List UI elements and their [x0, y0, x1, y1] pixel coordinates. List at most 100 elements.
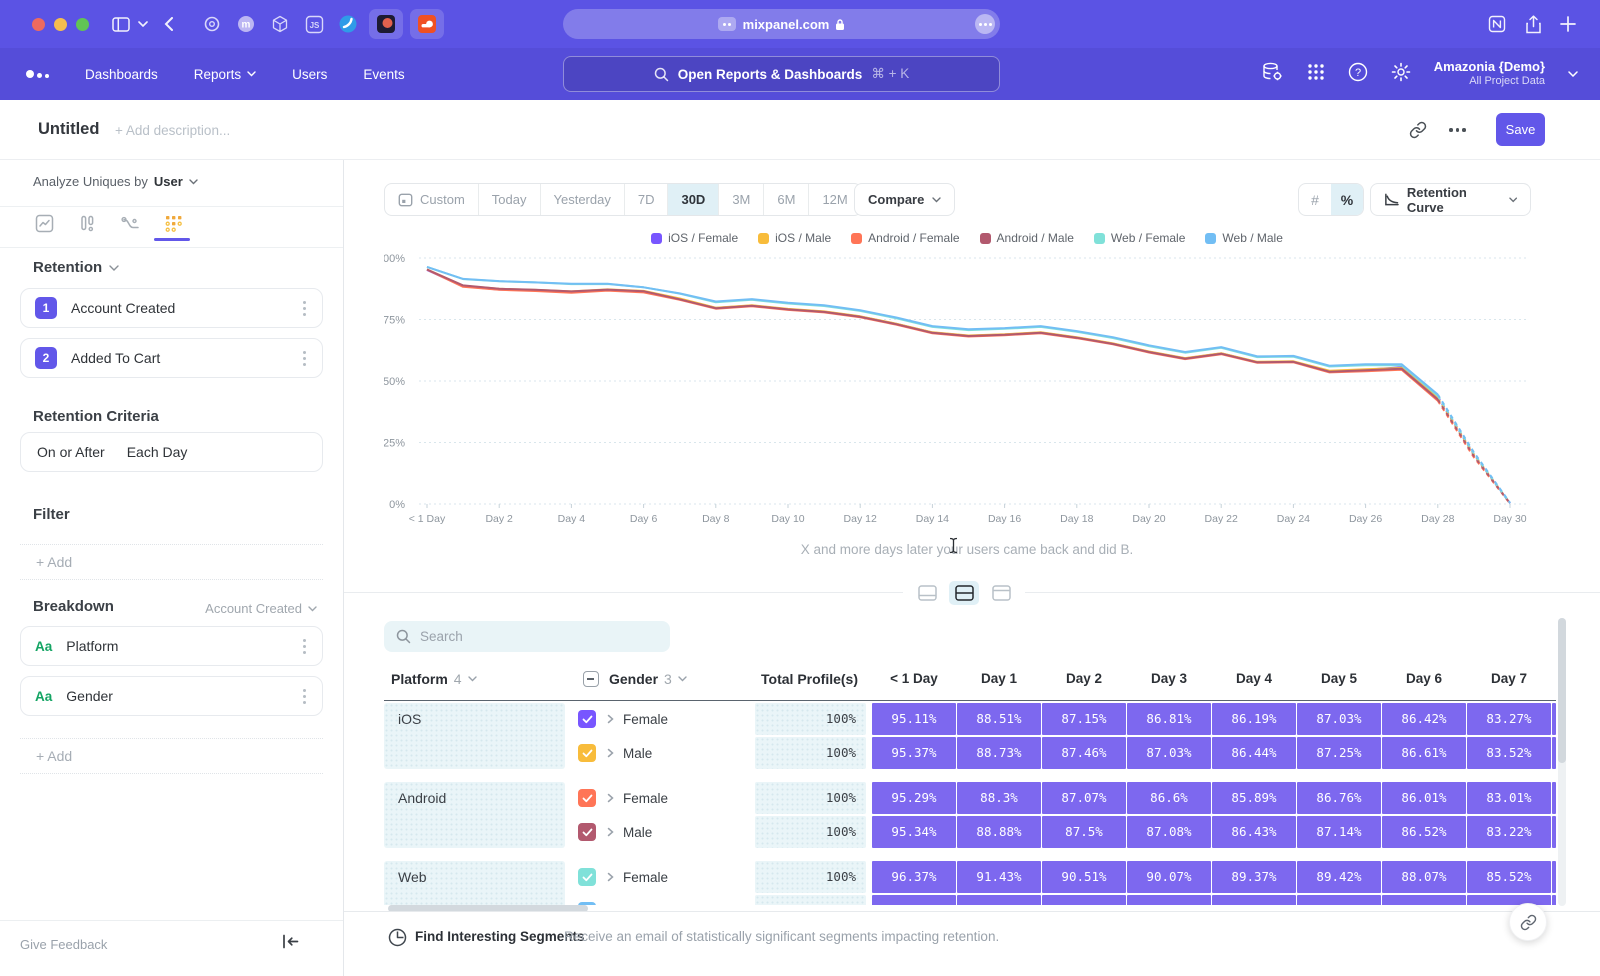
layout-split-even[interactable] — [949, 581, 979, 605]
retention-cell[interactable]: 96.34% — [872, 895, 956, 905]
retention-cell[interactable]: 86.19% — [1212, 703, 1296, 735]
report-description-placeholder[interactable]: + Add description... — [115, 123, 230, 138]
save-button[interactable]: Save — [1496, 113, 1545, 146]
retention-cell[interactable]: 86.6% — [1127, 782, 1211, 814]
percent-toggle[interactable]: % — [1331, 184, 1363, 215]
more-options-icon[interactable] — [1449, 128, 1466, 132]
legend-item[interactable]: Android / Male — [980, 231, 1074, 245]
retention-cell[interactable]: 96.37% — [872, 861, 956, 893]
retention-cell[interactable]: 87.15% — [1042, 703, 1126, 735]
retention-cell[interactable]: 83.22% — [1467, 816, 1551, 848]
platform-cell[interactable]: iOS — [384, 703, 565, 769]
step-menu-icon[interactable] — [303, 307, 306, 310]
notion-extension-icon[interactable] — [1488, 15, 1506, 33]
range-custom[interactable]: Custom — [385, 184, 479, 215]
retention-cell[interactable]: 87.5% — [1042, 816, 1126, 848]
legend-item[interactable]: iOS / Male — [758, 231, 831, 245]
retention-chart[interactable]: 100%75%50%25%0%< 1 DayDay 2Day 4Day 6Day… — [384, 250, 1550, 534]
retention-cell[interactable]: 88.07% — [1382, 861, 1466, 893]
retention-cell[interactable]: 89.48% — [1212, 895, 1296, 905]
retention-cell[interactable]: 86.81% — [1127, 703, 1211, 735]
retention-cell[interactable]: 88.51% — [957, 703, 1041, 735]
platform-cell[interactable]: Web — [384, 861, 565, 905]
range-yesterday[interactable]: Yesterday — [541, 184, 625, 215]
account-chevron-icon[interactable] — [1568, 71, 1578, 77]
range-7d[interactable]: 7D — [625, 184, 669, 215]
retention-cell[interactable]: 85.89% — [1212, 782, 1296, 814]
find-interesting-segments-link[interactable]: Find Interesting Segments — [415, 929, 585, 944]
nav-users[interactable]: Users — [292, 67, 327, 82]
retention-cell[interactable]: 87.03% — [1297, 703, 1381, 735]
retention-cell[interactable]: 86.01% — [1382, 782, 1466, 814]
count-toggle[interactable]: # — [1299, 184, 1331, 215]
retention-cell[interactable]: 95.34% — [872, 816, 956, 848]
retention-cell[interactable]: 87.46% — [1042, 737, 1126, 769]
retention-cell[interactable]: 83.27% — [1467, 703, 1551, 735]
chart-type-selector[interactable]: Retention Curve — [1370, 183, 1531, 216]
retention-cell[interactable]: 85.52% — [1467, 861, 1551, 893]
retention-cell[interactable]: 88.3% — [957, 782, 1041, 814]
nav-dashboards[interactable]: Dashboards — [85, 67, 158, 82]
share-icon[interactable] — [1525, 15, 1542, 34]
apps-grid-icon[interactable] — [1307, 63, 1325, 86]
retention-cell[interactable]: 87.03% — [1127, 737, 1211, 769]
retention-cell[interactable]: 87.25% — [1297, 737, 1381, 769]
retention-cell[interactable]: 91.43% — [957, 861, 1041, 893]
legend-item[interactable]: Web / Female — [1094, 231, 1185, 245]
table-search-input[interactable]: Search — [384, 621, 670, 652]
help-icon[interactable]: ? — [1348, 62, 1368, 87]
zoom-window-button[interactable] — [76, 18, 89, 31]
retention-cell[interactable]: 89.48% — [1297, 895, 1381, 905]
data-management-icon[interactable] — [1261, 61, 1284, 88]
layout-chart-focus[interactable] — [912, 581, 942, 605]
minimize-window-button[interactable] — [54, 18, 67, 31]
retention-cell[interactable]: 87.07% — [1042, 782, 1126, 814]
breakdown-card-gender[interactable]: Aa Gender — [20, 676, 323, 716]
retention-cell[interactable]: 95.37% — [872, 737, 956, 769]
expand-chevron-icon[interactable] — [607, 714, 614, 724]
legend-item[interactable]: Android / Female — [851, 231, 959, 245]
range-6m[interactable]: 6M — [764, 184, 809, 215]
breakdown-scope-selector[interactable]: Account Created — [205, 601, 317, 616]
add-filter-button[interactable]: + Add — [20, 544, 323, 580]
mixpanel-logo[interactable] — [26, 70, 49, 78]
retention-cell[interactable]: 90.51% — [1042, 861, 1126, 893]
nav-reports[interactable]: Reports — [194, 67, 256, 82]
range-30d[interactable]: 30D — [668, 184, 719, 215]
tab-funnels-icon[interactable] — [73, 210, 102, 236]
share-link-fab[interactable] — [1509, 903, 1547, 941]
step-menu-icon[interactable] — [303, 357, 306, 360]
compare-button[interactable]: Compare — [854, 183, 955, 216]
breakdown-menu-icon[interactable] — [303, 695, 306, 698]
series-checkbox[interactable] — [578, 823, 596, 841]
vertical-scrollbar-thumb[interactable] — [1558, 618, 1566, 763]
platform-cell[interactable]: Android — [384, 782, 565, 848]
nav-events[interactable]: Events — [363, 67, 404, 82]
gender-cell[interactable]: Female — [565, 703, 755, 735]
report-title[interactable]: Untitled — [38, 120, 99, 139]
legend-item[interactable]: iOS / Female — [651, 231, 738, 245]
series-checkbox[interactable] — [578, 710, 596, 728]
copy-link-icon[interactable] — [1409, 121, 1427, 144]
retention-cell[interactable]: 91.41% — [957, 895, 1041, 905]
gender-cell[interactable]: Male — [565, 895, 755, 905]
range-3m[interactable]: 3M — [719, 184, 764, 215]
retention-cell[interactable]: 88.73% — [957, 737, 1041, 769]
platform-column-header[interactable]: Platform 4 — [391, 661, 477, 697]
retention-cell[interactable]: 89.37% — [1212, 861, 1296, 893]
expand-chevron-icon[interactable] — [607, 827, 614, 837]
collapse-sidebar-icon[interactable] — [282, 934, 299, 954]
retention-cell[interactable]: 90.54% — [1042, 895, 1126, 905]
breakdown-card-platform[interactable]: Aa Platform — [20, 626, 323, 666]
global-search[interactable]: Open Reports & Dashboards ⌘ + K — [563, 56, 1000, 92]
retention-cell[interactable]: 87.14% — [1297, 816, 1381, 848]
back-button[interactable] — [164, 17, 173, 31]
step-card-1[interactable]: 1 Account Created — [20, 288, 323, 328]
retention-cell[interactable]: 90.01% — [1127, 895, 1211, 905]
retention-cell[interactable]: 89.42% — [1297, 861, 1381, 893]
retention-section-header[interactable]: Retention — [33, 259, 119, 276]
tab-favicon-target[interactable] — [195, 9, 229, 39]
retention-cell[interactable]: 95.11% — [872, 703, 956, 735]
expand-chevron-icon[interactable] — [607, 872, 614, 882]
step-card-2[interactable]: 2 Added To Cart — [20, 338, 323, 378]
